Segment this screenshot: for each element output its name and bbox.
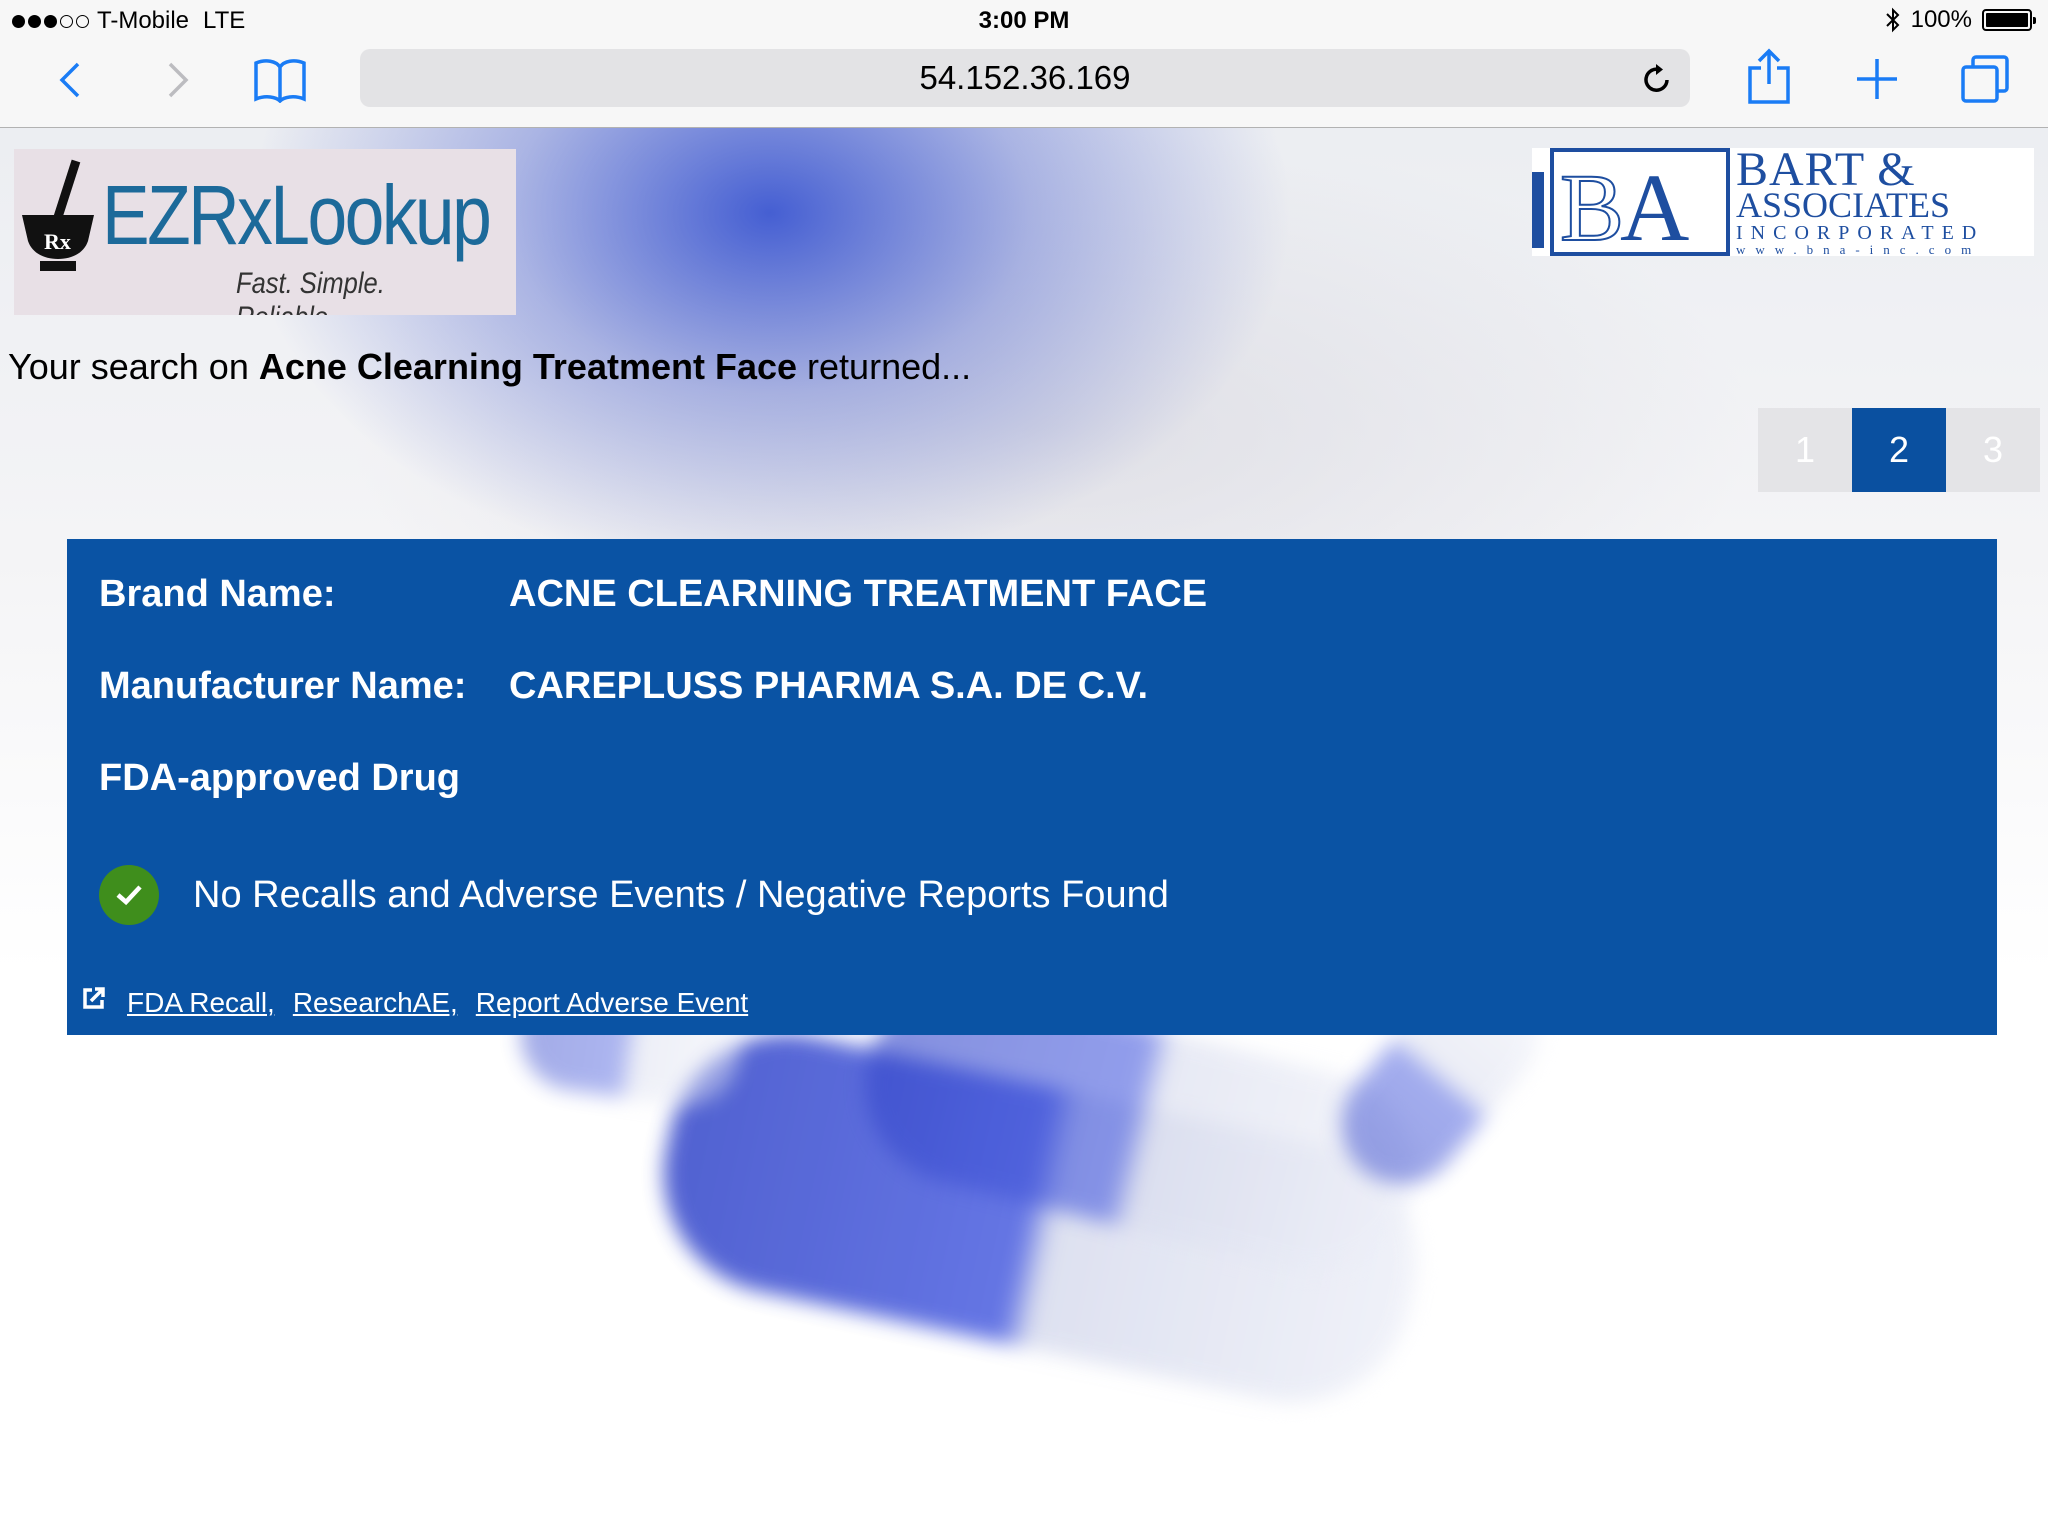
status-time: 3:00 PM — [978, 7, 1070, 34]
browser-toolbar: 54.152.36.169 — [0, 40, 2048, 128]
tabs-icon — [1961, 55, 2009, 103]
report-adverse-event-link[interactable]: Report Adverse Event — [476, 987, 748, 1019]
bookmarks-button[interactable] — [250, 54, 310, 106]
fda-recall-link[interactable]: FDA Recall, — [127, 987, 275, 1019]
page-1-button[interactable]: 1 — [1758, 408, 1852, 492]
recall-status-text: No Recalls and Adverse Events / Negative… — [193, 873, 1169, 916]
bart-associates-logo: B A BART & ASSOCIATES INCORPORATED www.b… — [1532, 148, 2034, 256]
manufacturer-value: CAREPLUSS PHARMA S.A. DE C.V. — [509, 665, 1149, 707]
bart-associates: ASSOCIATES — [1736, 185, 1951, 225]
page-2-button[interactable]: 2 — [1852, 408, 1946, 492]
signal-strength-icon — [12, 14, 89, 28]
page-3-button[interactable]: 3 — [1946, 408, 2040, 492]
back-button[interactable] — [48, 56, 92, 104]
chevron-right-icon — [168, 62, 189, 98]
recall-status-row: No Recalls and Adverse Events / Negative… — [99, 865, 1169, 925]
svg-text:B: B — [1560, 154, 1624, 252]
new-tab-button[interactable] — [1852, 54, 1902, 104]
svg-text:Rx: Rx — [44, 229, 71, 254]
mortar-pestle-icon: Rx — [22, 159, 94, 271]
status-left: T-Mobile LTE — [12, 7, 245, 35]
chevron-left-icon — [59, 62, 80, 98]
search-term: Acne Clearning Treatment Face — [258, 346, 798, 387]
status-right: 100% — [1885, 6, 2036, 34]
plus-icon — [1857, 59, 1897, 99]
brand-value: ACNE CLEARNING TREATMENT FACE — [509, 573, 1208, 615]
network-label: LTE — [203, 7, 246, 34]
check-circle-icon — [99, 865, 159, 925]
brand-label: Brand Name: — [99, 573, 336, 615]
battery-level — [1986, 13, 2028, 27]
reload-icon — [1644, 64, 1669, 92]
search-summary: Your search on Acne Clearning Treatment … — [8, 346, 971, 388]
tabs-button[interactable] — [1958, 52, 2012, 106]
pagination: 1 2 3 — [1758, 408, 2040, 492]
manufacturer-label: Manufacturer Name: — [99, 665, 467, 707]
ezrxlookup-logo: Rx EZRxLookup Fast. Simple. Reliable. — [14, 149, 516, 315]
brand-row: Brand Name: ACNE CLEARNING TREATMENT FACE — [99, 573, 1207, 616]
share-icon — [1748, 48, 1790, 104]
url-text: 54.152.36.169 — [919, 59, 1131, 96]
battery-percent: 100% — [1910, 6, 1972, 33]
reload-button[interactable] — [1642, 62, 1672, 102]
svg-text:A: A — [1620, 154, 1689, 252]
bna-monogram-icon: B A — [1550, 148, 1730, 256]
address-bar[interactable]: 54.152.36.169 — [360, 49, 1690, 107]
bluetooth-icon — [1885, 7, 1900, 33]
search-suffix: returned... — [807, 346, 972, 387]
status-bar: T-Mobile LTE 3:00 PM 100% — [0, 0, 2048, 40]
result-card: Brand Name: ACNE CLEARNING TREATMENT FACE… — [67, 539, 1997, 1035]
page-content: Rx EZRxLookup Fast. Simple. Reliable. B … — [0, 128, 2048, 1536]
search-prefix: Your search on — [8, 346, 249, 387]
approval-status: FDA-approved Drug — [99, 757, 460, 799]
external-link-icon — [83, 987, 105, 1009]
powered-by-strip — [1532, 172, 1544, 248]
manufacturer-row: Manufacturer Name: CAREPLUSS PHARMA S.A. … — [99, 665, 1148, 708]
ezrxlookup-wordmark: EZRxLookup — [102, 168, 492, 262]
battery-icon — [1982, 9, 2036, 31]
forward-button[interactable] — [156, 56, 200, 104]
ezrxlookup-tagline: Fast. Simple. Reliable. — [236, 267, 385, 315]
bart-website: www.bna-inc.com — [1736, 242, 1982, 256]
external-links: FDA Recall, ResearchAE, Report Adverse E… — [81, 987, 766, 1019]
carrier-label: T-Mobile — [97, 7, 190, 34]
book-icon — [254, 59, 306, 103]
share-button[interactable] — [1744, 46, 1794, 108]
research-ae-link[interactable]: ResearchAE, — [293, 987, 458, 1019]
